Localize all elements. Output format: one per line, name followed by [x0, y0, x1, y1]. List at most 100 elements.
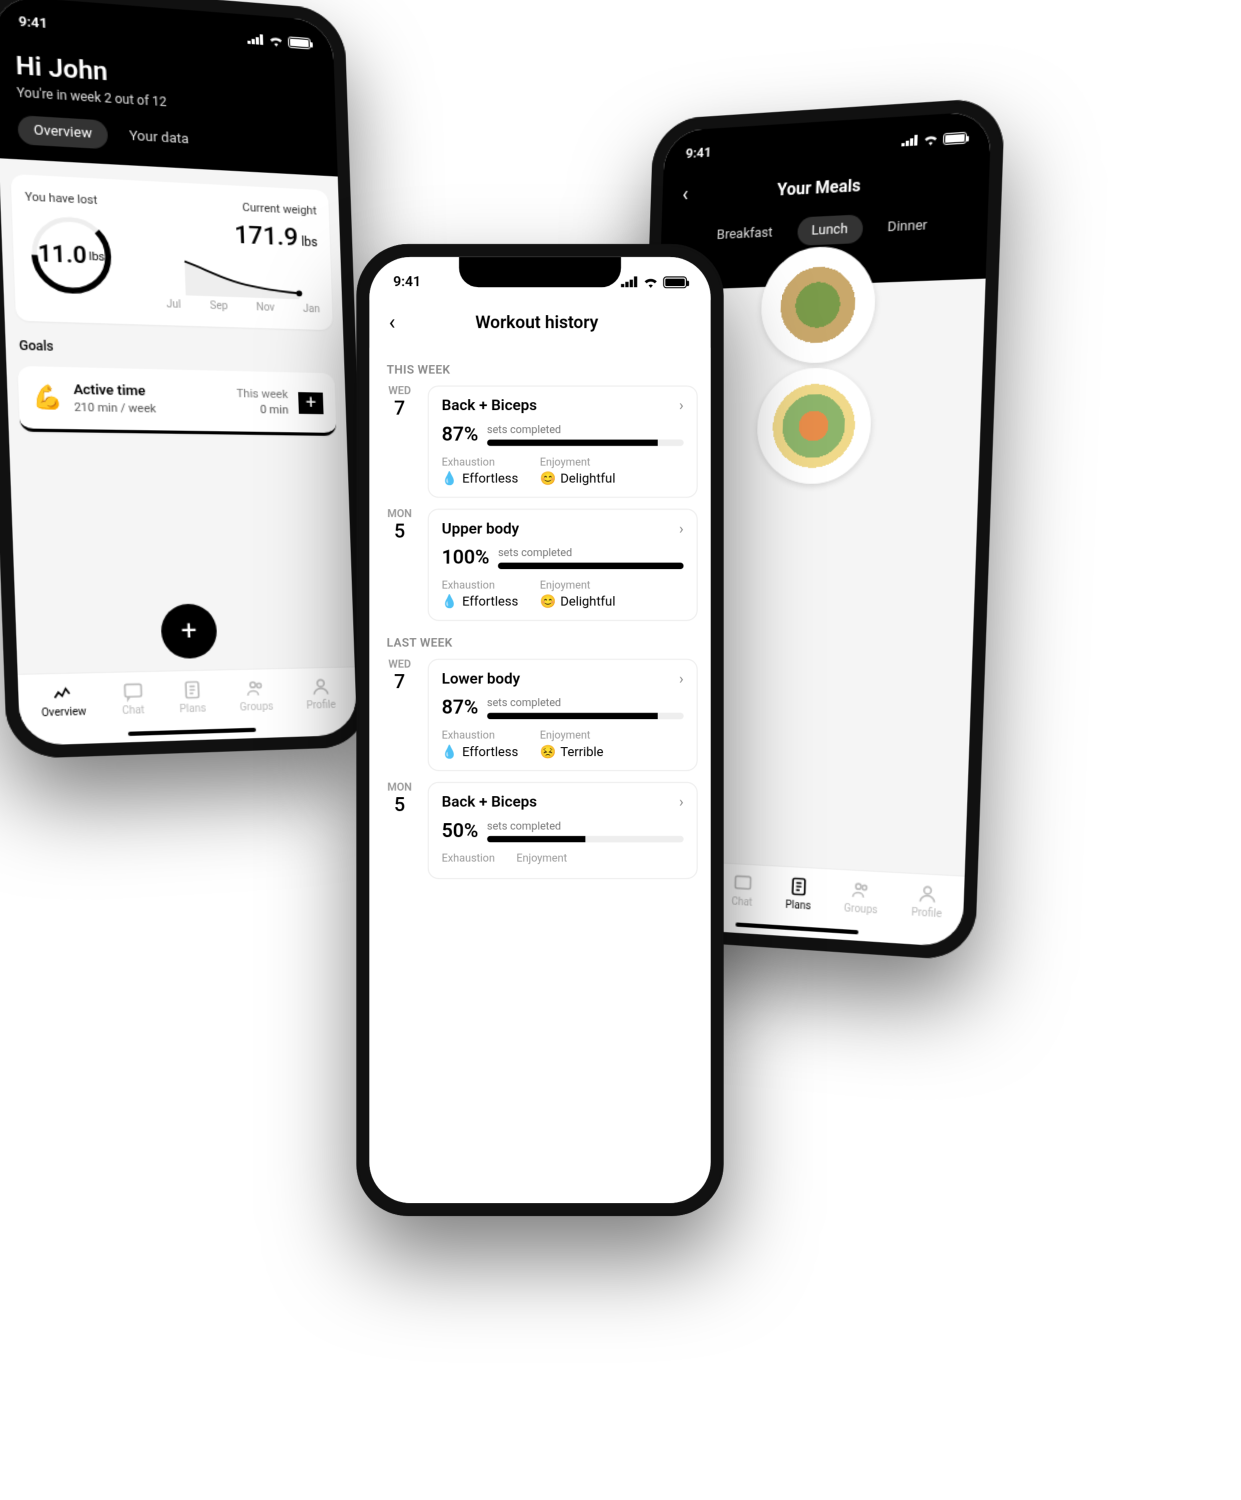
chevron-right-icon: › [679, 794, 684, 811]
bolt-icon: ⚡ [890, 356, 905, 370]
month-label: Jul [166, 299, 181, 311]
nav-plans[interactable]: Plans [178, 679, 206, 715]
face-icon: 😊 [540, 471, 556, 486]
workout-group-header: LAST WEEK [387, 636, 694, 650]
face-icon: 😊 [540, 594, 556, 609]
current-weight-unit: lbs [301, 234, 318, 249]
tab-breakfast[interactable]: Breakfast [702, 218, 787, 250]
chevron-right-icon: › [679, 520, 684, 537]
face-icon: 😣 [540, 744, 556, 759]
goal-card-active-time[interactable]: 💪 Active time 210 min / week This week 0… [18, 366, 337, 436]
exhaustion-value: 💧Effortless [442, 471, 518, 486]
enjoyment-label: Enjoyment [516, 853, 567, 865]
nav-groups[interactable]: Groups [239, 678, 274, 714]
nav-plans[interactable]: Plans [785, 875, 812, 912]
sets-completed-label: sets completed [487, 424, 684, 436]
workout-pct: 100% [442, 546, 490, 569]
workout-row: WED7 Lower body › 87% sets completed Exhausti… [382, 659, 697, 771]
meal-kcal: ⚡300 kcal [890, 355, 953, 370]
progress-bar [487, 439, 684, 445]
workout-date: WED7 [382, 659, 417, 771]
enjoyment-label: Enjoyment [540, 580, 616, 592]
status-time: 9:41 [18, 13, 47, 31]
weight-lost-donut: 11.0 lbs [25, 210, 116, 299]
goals-section-label: Goals [19, 338, 332, 361]
bolt-icon: ⚡ [886, 479, 901, 493]
workout-card[interactable]: Back + Biceps›50%sets completedExhaustio… [428, 782, 698, 879]
wifi-icon [923, 132, 939, 146]
phone-overview: 9:41 Hi John You're in week 2 out of 12 … [0, 0, 370, 759]
workout-date: MON5 [382, 509, 417, 621]
workout-card[interactable]: Back + Biceps › 87% sets completed Exhaustio… [428, 385, 698, 497]
phone-workout-history: 9:41 ‹ Workout history THIS WEEKWED7Back… [356, 244, 723, 1216]
exhaustion-label: Exhaustion [442, 730, 518, 742]
enjoyment-value: 😣Terrible [540, 744, 604, 759]
workout-title: Back + Biceps [442, 397, 537, 414]
weight-sparkline [165, 255, 320, 300]
chevron-right-icon: › [679, 671, 684, 688]
workout-title: Lower body [442, 671, 520, 688]
water-drop-icon: 💧 [442, 744, 458, 759]
wifi-icon [268, 34, 284, 48]
sets-completed-label: sets completed [487, 820, 684, 832]
enjoyment-value: 😊Delightful [540, 594, 616, 609]
enjoyment-value: 😊Delightful [540, 471, 616, 486]
month-label: Sep [210, 300, 228, 312]
workout-date: MON5 [382, 782, 417, 879]
workout-group-header: THIS WEEK [387, 363, 694, 377]
current-weight-value: 171.9 [234, 220, 299, 252]
lost-unit: lbs [89, 249, 105, 263]
nav-chat[interactable]: Chat [120, 681, 145, 718]
nav-profile[interactable]: Profile [305, 676, 336, 712]
status-time: 9:41 [393, 274, 421, 290]
month-label: Jan [303, 304, 320, 316]
goal-title: Active time [73, 382, 177, 400]
workout-pct: 87% [442, 697, 479, 720]
home-indicator[interactable] [128, 728, 256, 736]
exhaustion-label: Exhaustion [442, 457, 518, 469]
status-time: 9:41 [685, 145, 711, 162]
nav-overview[interactable]: Overview [40, 682, 86, 720]
tab-dinner[interactable]: Dinner [872, 210, 942, 242]
signal-icon [247, 33, 264, 45]
flex-icon: 💪 [32, 384, 63, 411]
nav-profile[interactable]: Profile [911, 882, 943, 920]
water-drop-icon: 💧 [442, 594, 458, 609]
signal-icon [621, 276, 638, 287]
signal-icon [901, 135, 918, 147]
lost-label: You have lost [25, 190, 157, 210]
exhaustion-label: Exhaustion [442, 853, 495, 865]
progress-bar [498, 562, 684, 568]
workout-card[interactable]: Lower body › 87% sets completed Exhaustion 💧 E… [428, 659, 698, 771]
battery-icon [663, 276, 687, 288]
chevron-right-icon: › [679, 397, 684, 414]
workout-title: Upper body [442, 520, 519, 537]
enjoyment-label: Enjoyment [540, 730, 604, 742]
exhaustion-value: 💧Effortless [442, 594, 518, 609]
wifi-icon [643, 275, 659, 288]
workout-row: WED7 Back + Biceps › 87% sets completed Exhau… [382, 385, 697, 497]
bottom-nav: Overview Chat Plans Groups Profile [18, 666, 357, 730]
current-weight-label: Current weight [163, 197, 317, 218]
add-goal-button[interactable]: + [298, 392, 323, 414]
tab-yourdata[interactable]: Your data [113, 121, 204, 155]
workout-date: WED7 [382, 385, 417, 497]
sets-completed-label: sets completed [498, 547, 684, 559]
goal-thisweek-label: This week [188, 386, 289, 402]
battery-icon [288, 36, 311, 49]
workout-row: MON5Back + Biceps›50%sets completedExhau… [382, 782, 697, 879]
workout-pct: 50% [442, 820, 479, 843]
nav-groups[interactable]: Groups [844, 879, 879, 917]
goal-thisweek-value: 0 min [188, 401, 289, 416]
goal-value: 210 min / week [74, 400, 178, 416]
page-title: Workout history [376, 311, 698, 332]
exhaustion-label: Exhaustion [442, 580, 518, 592]
tab-overview[interactable]: Overview [17, 115, 107, 149]
page-title: Your Meals [670, 169, 974, 205]
tab-lunch[interactable]: Lunch [797, 214, 863, 246]
sets-completed-label: sets completed [487, 697, 684, 709]
workout-card[interactable]: Upper body › 100% sets completed Exhaustion 💧… [428, 509, 698, 621]
workout-pct: 87% [442, 423, 479, 446]
nav-chat[interactable]: Chat [731, 872, 754, 909]
weight-card[interactable]: You have lost 11.0 lbs Current weight [11, 174, 333, 330]
